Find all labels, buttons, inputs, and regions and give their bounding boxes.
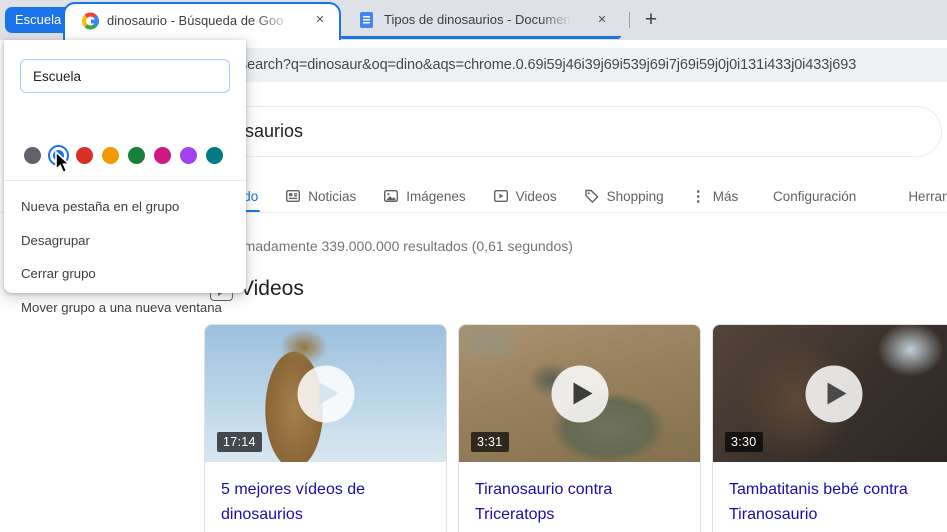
close-icon[interactable]: ✕ — [593, 11, 611, 29]
video-card[interactable]: 3:30 Tambatitanis bebé contra Tiranosaur… — [712, 324, 947, 532]
nav-label: Más — [712, 188, 739, 204]
news-icon — [285, 188, 301, 204]
nav-tab-noticias[interactable]: Noticias — [285, 184, 356, 208]
menu-item-mover-grupo[interactable]: Mover grupo a una nueva ventana — [4, 291, 246, 325]
video-title-link[interactable]: Tambatitanis bebé contra Tiranosaurio — [713, 462, 947, 527]
image-icon — [383, 188, 399, 204]
play-icon[interactable] — [805, 365, 862, 422]
nav-tab-shopping[interactable]: Shopping — [584, 184, 664, 208]
duration-badge: 3:31 — [471, 432, 509, 452]
video-thumbnail[interactable]: 17:14 — [205, 325, 446, 462]
omnibox[interactable]: search?q=dinosaur&oq=dino&aqs=chrome.0.6… — [150, 48, 947, 82]
video-cards-row: 17:14 5 mejores vídeos de dinosaurios 3:… — [204, 324, 947, 532]
play-icon[interactable] — [297, 365, 354, 422]
new-tab-button[interactable]: + — [638, 7, 664, 33]
nav-label: Noticias — [308, 188, 357, 204]
search-nav: Todo Noticias Imágenes — [226, 184, 739, 213]
nav-label: Imágenes — [406, 188, 466, 204]
tab-group-chip[interactable]: Escuela — [5, 7, 72, 33]
tab-title: Tipos de dinosaurios - Documen — [384, 12, 571, 27]
color-option-red[interactable] — [74, 145, 95, 166]
close-icon[interactable]: ✕ — [311, 11, 329, 29]
color-option-orange[interactable] — [100, 145, 121, 166]
nav-label: Shopping — [606, 188, 664, 204]
menu-item-nueva-pestana[interactable]: Nueva pestaña en el grupo — [4, 190, 246, 224]
tag-icon — [584, 188, 600, 204]
video-card[interactable]: 17:14 5 mejores vídeos de dinosaurios — [204, 324, 447, 532]
tab-title: dinosaurio - Búsqueda de Goo — [107, 13, 284, 28]
video-thumbnail[interactable]: 3:30 — [713, 325, 947, 462]
video-thumbnail[interactable]: 3:31 — [459, 325, 700, 462]
color-option-grey[interactable] — [22, 145, 43, 166]
mouse-cursor — [55, 151, 71, 174]
play-triangle — [827, 382, 846, 404]
nav-tab-mas[interactable]: ⋮ Más — [691, 184, 739, 208]
tab-dinosaurio[interactable]: dinosaurio - Búsqueda de Goo ✕ — [63, 2, 341, 42]
video-title-link[interactable]: 5 mejores vídeos de dinosaurios — [205, 462, 446, 527]
results-stats: Aproximadamente 339.000.000 resultados (… — [204, 238, 573, 254]
video-icon — [493, 188, 509, 204]
nav-configuracion[interactable]: Configuración — [773, 189, 856, 204]
color-option-pink[interactable] — [152, 145, 173, 166]
play-icon[interactable] — [551, 365, 608, 422]
nav-tab-videos[interactable]: Videos — [493, 184, 557, 208]
nav-tab-imagenes[interactable]: Imágenes — [383, 184, 466, 208]
tab-tipos-de-dinosaurios[interactable]: Tipos de dinosaurios - Documen ✕ — [344, 0, 621, 40]
nav-label: Videos — [515, 188, 557, 204]
more-vert-icon: ⋮ — [690, 188, 706, 205]
google-docs-icon — [360, 12, 373, 28]
duration-badge: 3:30 — [725, 432, 763, 452]
google-g-icon — [82, 12, 99, 30]
play-triangle — [573, 382, 592, 404]
search-nav-right: Configuración Herramientas — [773, 184, 947, 208]
color-option-teal[interactable] — [204, 145, 225, 166]
url-text: search?q=dinosaur&oq=dino&aqs=chrome.0.6… — [240, 57, 857, 73]
tab-separator — [629, 12, 630, 28]
tab-strip: Escuela dinosaurio - Búsqueda de Goo ✕ T… — [0, 0, 947, 42]
tab-group-menu: Nueva pestaña en el grupo Desagrupar Cer… — [4, 40, 246, 315]
play-triangle — [319, 382, 338, 404]
menu-divider — [4, 180, 246, 181]
color-option-green[interactable] — [126, 145, 147, 166]
color-option-purple[interactable] — [178, 145, 199, 166]
duration-badge: 17:14 — [217, 432, 262, 452]
videos-section-heading: Videos — [240, 277, 304, 300]
menu-item-desagrupar[interactable]: Desagrupar — [4, 224, 246, 258]
search-box[interactable]: dinosaurios — [180, 106, 942, 157]
menu-item-cerrar-grupo[interactable]: Cerrar grupo — [4, 257, 246, 291]
video-card[interactable]: 3:31 Tiranosaurio contra Triceratops — [458, 324, 701, 532]
group-name-input[interactable] — [20, 59, 230, 93]
nav-herramientas[interactable]: Herramientas — [908, 189, 947, 204]
video-title-link[interactable]: Tiranosaurio contra Triceratops — [459, 462, 700, 527]
